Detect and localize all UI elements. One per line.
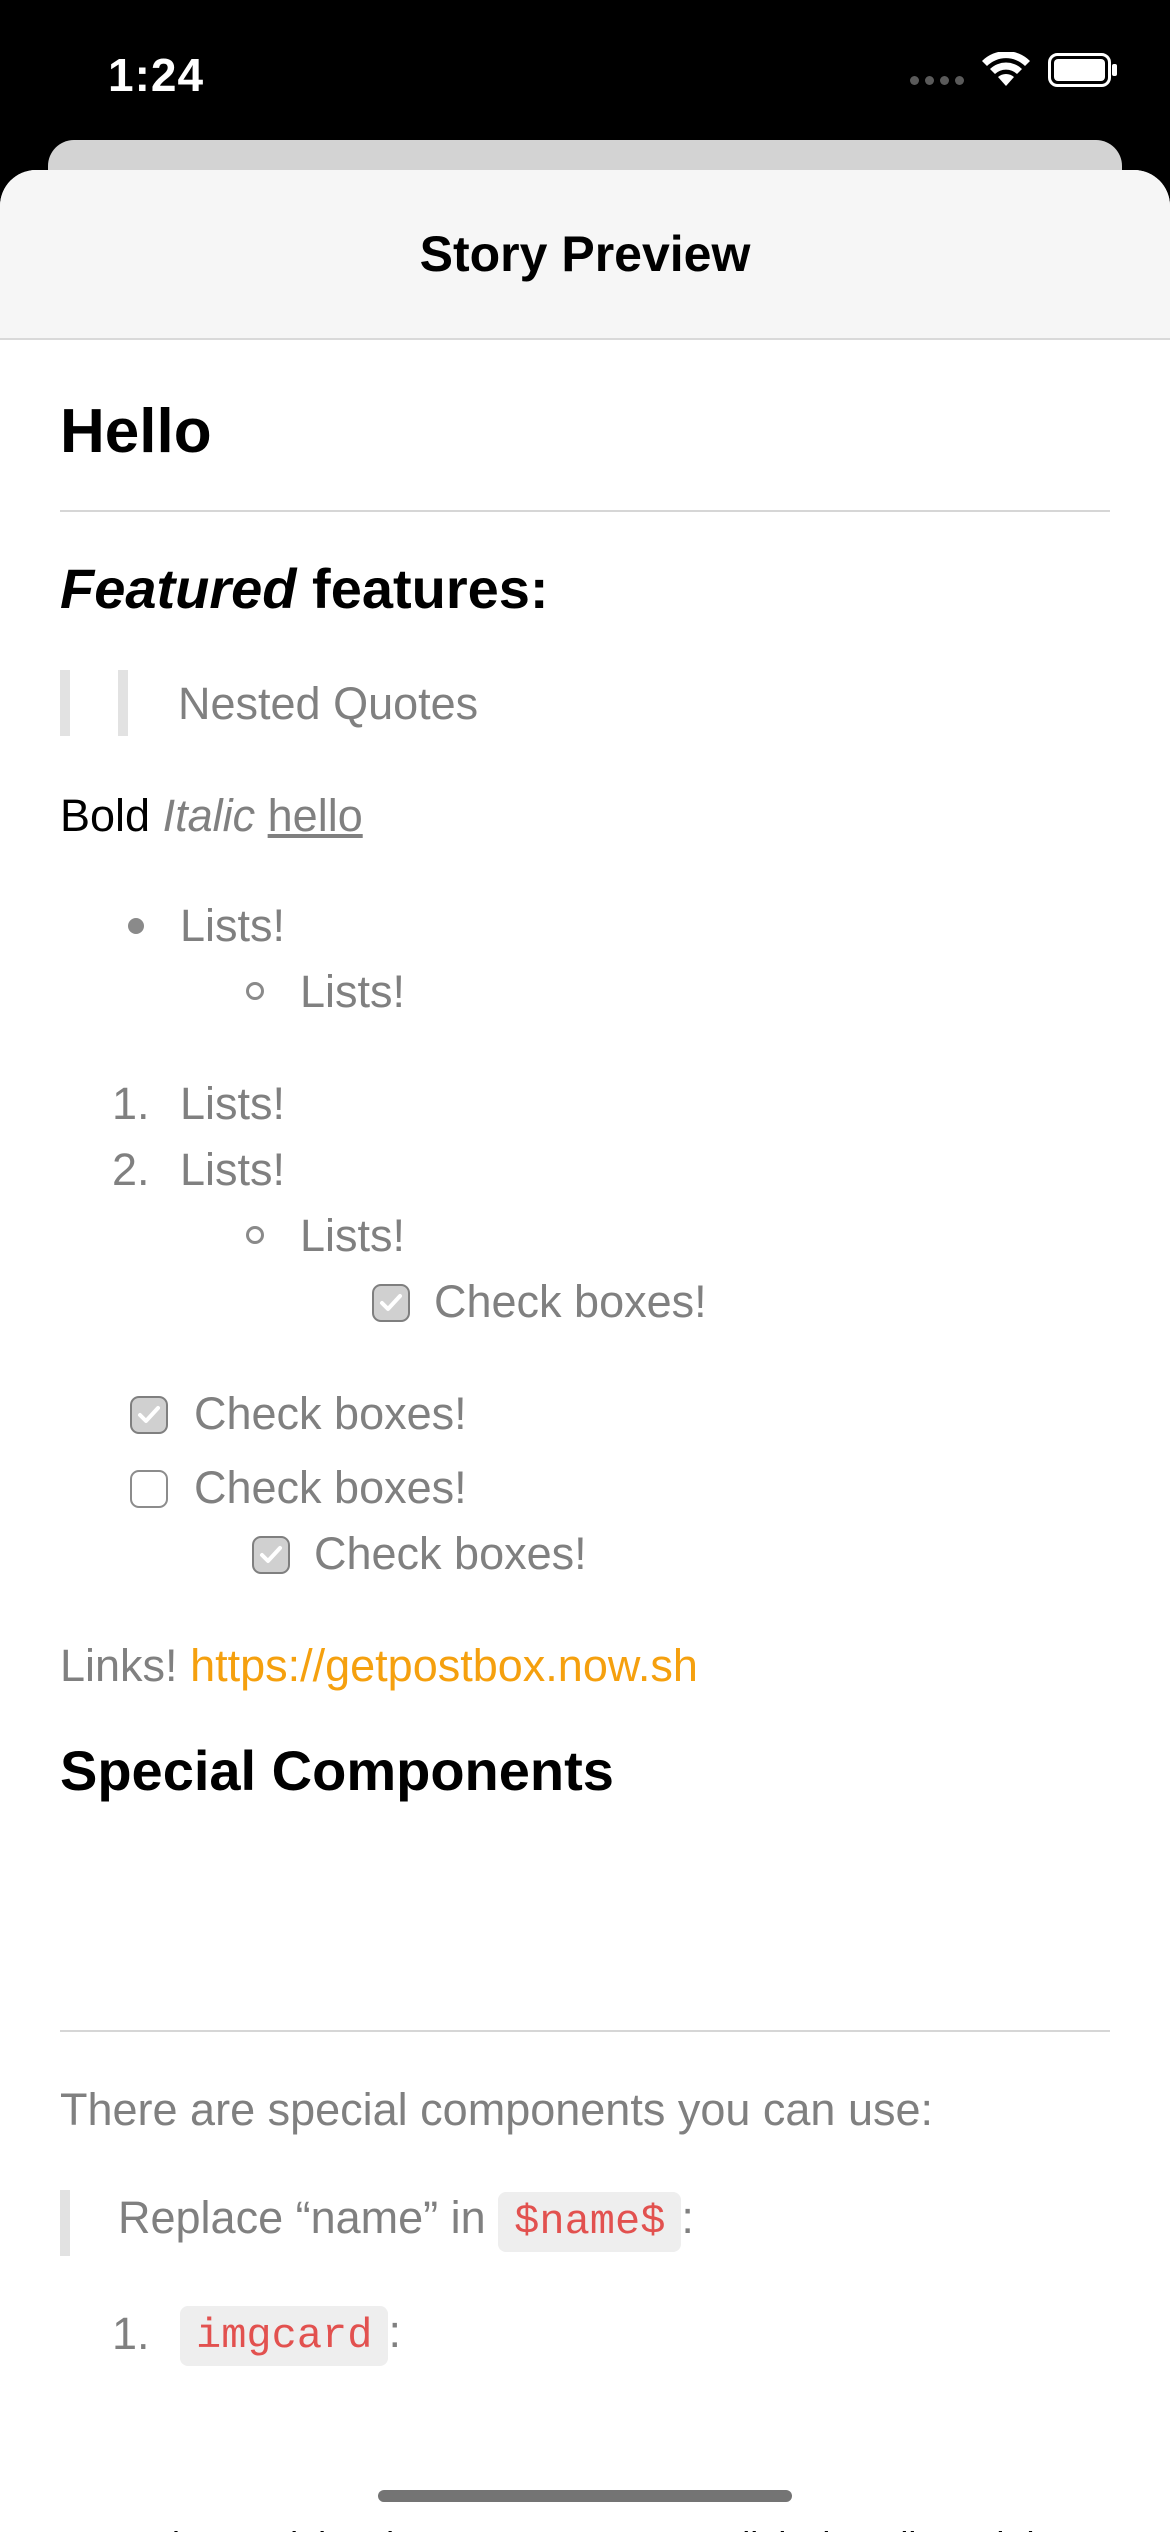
name-code: $name$	[498, 2192, 682, 2252]
heading-divider	[60, 510, 1110, 512]
checkbox-unchecked[interactable]	[130, 1470, 168, 1508]
bullet-item: Lists!	[180, 900, 286, 951]
quote-bar-inner	[118, 670, 128, 736]
checkbox-checked[interactable]	[252, 1536, 290, 1574]
wifi-icon	[982, 52, 1030, 88]
inline-underline: hello	[267, 790, 363, 841]
battery-icon	[1048, 53, 1118, 87]
quote-bar	[60, 2190, 70, 2256]
status-icons	[910, 52, 1118, 88]
bullet-ring-icon	[246, 982, 264, 1000]
ordered-nested-item: Lists!	[300, 1210, 406, 1261]
imgcard-colon: :	[388, 2306, 401, 2357]
signal-icon	[910, 55, 964, 85]
checkbox-label: Check boxes!	[194, 1388, 467, 1439]
home-indicator[interactable]	[378, 2490, 792, 2502]
ordered-marker: 1.	[112, 2308, 150, 2359]
page-title: Story Preview	[419, 226, 751, 282]
imgcard-line: imgcard:	[180, 2306, 401, 2366]
replace-text: Replace “name” in	[118, 2192, 499, 2243]
links-line: Links! https://getpostbox.now.sh	[60, 1640, 698, 1692]
links-label: Links!	[60, 1640, 191, 1691]
replace-name-line: Replace “name” in $name$:	[118, 2192, 694, 2252]
special-divider	[60, 2030, 1110, 2032]
imgcard-code: imgcard	[180, 2306, 389, 2366]
bullet-ring-icon	[246, 1226, 264, 1244]
bullet-item-nested: Lists!	[300, 966, 406, 1017]
heading-special-components: Special Components	[60, 1739, 614, 1802]
bullet-dot-icon	[128, 918, 144, 934]
special-intro: There are special components you can use…	[60, 2084, 933, 2135]
checkbox-checked[interactable]	[130, 1396, 168, 1434]
ordered-marker: 1.	[112, 1078, 150, 1129]
postbox-link[interactable]: https://getpostbox.now.sh	[190, 1640, 698, 1691]
checkbox-label: Check boxes!	[314, 1528, 587, 1579]
inline-bold: Bold	[60, 790, 151, 841]
checkbox-checked[interactable]	[372, 1284, 410, 1322]
status-bar: 1:24	[0, 0, 1170, 160]
ordered-marker: 2.	[112, 1144, 150, 1195]
nested-quote-text: Nested Quotes	[178, 678, 479, 729]
checkbox-label: Check boxes!	[194, 1462, 467, 1513]
heading-hello: Hello	[60, 397, 212, 466]
checkbox-label: Check boxes!	[434, 1276, 707, 1327]
ordered-item: Lists!	[180, 1078, 286, 1129]
inline-italic: Italic	[162, 790, 256, 841]
quote-bar-outer	[60, 670, 70, 736]
status-time: 1:24	[108, 49, 205, 101]
replace-colon: :	[681, 2192, 694, 2243]
inline-styles-line: Bold Italic hello	[60, 790, 363, 842]
nav-header: Story Preview	[0, 170, 1170, 340]
subheading-features: Featured features:	[60, 556, 549, 621]
subheading-rest: features:	[296, 557, 549, 620]
lorem-paragraph: Lorem ipsum dolor sit amet, consectetur …	[60, 2518, 1120, 2532]
story-preview-sheet[interactable]: Story Preview Hello Featured features: N…	[0, 170, 1170, 2532]
subheading-emphasis: Featured	[60, 557, 297, 620]
ordered-item: Lists!	[180, 1144, 286, 1195]
